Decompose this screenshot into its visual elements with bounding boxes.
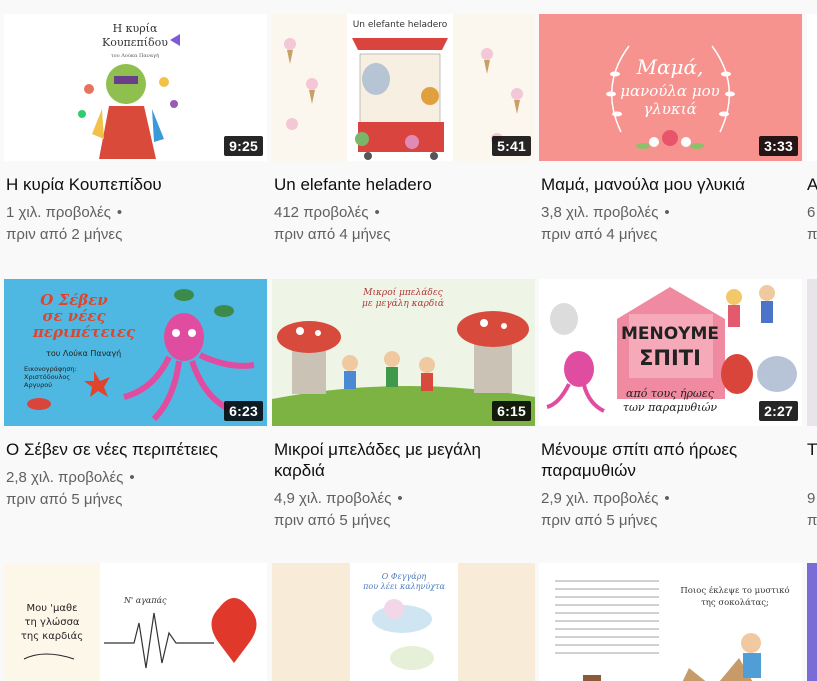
upload-age: π	[807, 226, 817, 243]
svg-text:Η κυρία: Η κυρία	[113, 22, 158, 35]
video-title[interactable]: Un elefante heladero	[274, 174, 532, 195]
svg-text:Χριστόδουλος: Χριστόδουλος	[24, 373, 70, 381]
video-card[interactable]: Μικροί μπελάδες με μεγάλη καρδιά 6:15 Μι…	[272, 279, 535, 532]
svg-text:Αργυρού: Αργυρού	[24, 381, 52, 389]
svg-text:Ο Φεγγάρη: Ο Φεγγάρη	[382, 572, 427, 581]
video-thumbnail[interactable]: Η κυρία Κουπεπίδου του Λούκα Παναγή 9:25	[4, 14, 267, 161]
video-card[interactable]: ΜΕΝΟΥΜΕ ΣΠΙΤΙ από τους ήρωες των παραμυθ…	[539, 279, 802, 532]
video-title[interactable]: Τ	[807, 439, 817, 460]
video-title[interactable]: Μένουμε σπίτι από ήρωες παραμυθιών	[541, 439, 799, 481]
svg-text:Ποιος έκλεψε το μυστικό: Ποιος έκλεψε το μυστικό	[680, 585, 789, 596]
thumbnail-illustration: Ο Φεγγάρη που λέει καληνύχτα	[272, 563, 535, 681]
video-thumbnail[interactable]	[807, 14, 817, 161]
upload-age: πριν από 2 μήνες	[6, 226, 123, 243]
video-card[interactable]: Ο Σέβεν σε νέες περιπέτειες του Λούκα Πα…	[4, 279, 267, 511]
svg-text:περιπέτειες: περιπέτειες	[32, 323, 136, 341]
upload-age: πριν από 4 μήνες	[541, 226, 658, 243]
view-count: 3,8 χιλ. προβολές	[541, 204, 659, 221]
svg-text:ΜΕΝΟΥΜΕ: ΜΕΝΟΥΜΕ	[621, 324, 719, 344]
svg-text:με μεγάλη καρδιά: με μεγάλη καρδιά	[362, 298, 444, 309]
video-card[interactable]: Ποιος έκλεψε το μυστικό της σοκολάτας;	[539, 563, 802, 681]
video-thumbnail[interactable]: Μικροί μπελάδες με μεγάλη καρδιά 6:15	[272, 279, 535, 426]
video-thumbnail[interactable]: Un elefante heladero 5:41	[272, 14, 535, 161]
svg-text:Μου 'μαθε: Μου 'μαθε	[27, 603, 78, 614]
duration-badge: 5:41	[492, 136, 531, 156]
view-count: 412 προβολές	[274, 204, 369, 221]
duration-badge: 2:27	[759, 401, 798, 421]
video-thumbnail[interactable]: Μου 'μαθε τη γλώσσα της καρδιάς Ν' αγαπά…	[4, 563, 267, 681]
video-card-partial[interactable]	[807, 563, 817, 681]
thumbnail-illustration: Ποιος έκλεψε το μυστικό της σοκολάτας;	[539, 563, 802, 681]
svg-text:από τους ήρωες: από τους ήρωες	[626, 387, 715, 400]
upload-age: πριν από 4 μήνες	[274, 226, 391, 243]
duration-badge: 9:25	[224, 136, 263, 156]
view-count: 6	[807, 204, 816, 221]
upload-age: πριν από 5 μήνες	[541, 512, 658, 529]
svg-text:τη γλώσσα: τη γλώσσα	[24, 616, 79, 628]
upload-age: π	[807, 512, 817, 529]
video-title[interactable]: Μικροί μπελάδες με μεγάλη καρδιά	[274, 439, 532, 481]
video-title[interactable]: Ο Σέβεν σε νέες περιπέτειες	[6, 439, 264, 460]
svg-text:Ν' αγαπάς: Ν' αγαπάς	[123, 596, 167, 605]
video-metadata: 3,8 χιλ. προβολές • πριν από 4 μήνες	[541, 204, 670, 243]
video-thumbnail[interactable]: Ο Φεγγάρη που λέει καληνύχτα	[272, 563, 535, 681]
video-title[interactable]: Η κυρία Κουπεπίδου	[6, 174, 264, 195]
video-card-partial[interactable]: Τ 9 π	[807, 279, 817, 529]
video-metadata: 4,9 χιλ. προβολές • πριν από 5 μήνες	[274, 490, 403, 529]
video-thumbnail[interactable]: ΜΕΝΟΥΜΕ ΣΠΙΤΙ από τους ήρωες των παραμυθ…	[539, 279, 802, 426]
video-thumbnail[interactable]: Ο Σέβεν σε νέες περιπέτειες του Λούκα Πα…	[4, 279, 267, 426]
video-thumbnail[interactable]	[807, 563, 817, 681]
video-title[interactable]: Μαμά, μανούλα μου γλυκιά	[541, 174, 799, 195]
svg-text:του Λούκα Παναγή: του Λούκα Παναγή	[111, 52, 159, 59]
svg-text:Μαμά,: Μαμά,	[636, 55, 704, 79]
view-count: 2,8 χιλ. προβολές	[6, 469, 124, 486]
svg-text:μανούλα μου: μανούλα μου	[620, 82, 719, 100]
video-metadata: 2,9 χιλ. προβολές • πριν από 5 μήνες	[541, 490, 670, 529]
svg-text:Εικονογράφηση:: Εικονογράφηση:	[24, 365, 77, 373]
view-count: 4,9 χιλ. προβολές	[274, 490, 392, 507]
view-count: 2,9 χιλ. προβολές	[541, 490, 659, 507]
video-card[interactable]: Η κυρία Κουπεπίδου του Λούκα Παναγή 9:25…	[4, 14, 267, 246]
view-count: 1 χιλ. προβολές	[6, 204, 111, 221]
svg-text:Un elefante heladero: Un elefante heladero	[353, 20, 448, 30]
video-metadata: 1 χιλ. προβολές • πριν από 2 μήνες	[6, 204, 123, 243]
video-card[interactable]: Un elefante heladero 5:41 Un elefante he…	[272, 14, 535, 246]
video-thumbnail[interactable]: Μαμά, μανούλα μου γλυκιά 3:33	[539, 14, 802, 161]
duration-badge: 6:15	[492, 401, 531, 421]
upload-age: πριν από 5 μήνες	[274, 512, 391, 529]
svg-text:γλυκιά: γλυκιά	[643, 100, 696, 118]
video-card[interactable]: Ο Φεγγάρη που λέει καληνύχτα	[272, 563, 535, 681]
upload-age: πριν από 5 μήνες	[6, 491, 123, 508]
thumbnail-illustration: Μου 'μαθε τη γλώσσα της καρδιάς Ν' αγαπά…	[4, 563, 267, 681]
video-card-partial[interactable]: A 6 π	[807, 14, 817, 254]
video-title[interactable]: A	[807, 174, 817, 195]
duration-badge: 6:23	[224, 401, 263, 421]
video-card[interactable]: Μου 'μαθε τη γλώσσα της καρδιάς Ν' αγαπά…	[4, 563, 267, 681]
video-metadata: 412 προβολές • πριν από 4 μήνες	[274, 204, 391, 243]
svg-text:που λέει καληνύχτα: που λέει καληνύχτα	[362, 582, 445, 591]
svg-text:Μικροί μπελάδες: Μικροί μπελάδες	[362, 287, 443, 298]
duration-badge: 3:33	[759, 136, 798, 156]
svg-text:της σοκολάτας;: της σοκολάτας;	[701, 597, 769, 608]
svg-text:της καρδιάς: της καρδιάς	[21, 630, 83, 642]
svg-text:ΣΠΙΤΙ: ΣΠΙΤΙ	[639, 346, 701, 370]
svg-text:του Λούκα Παναγή: του Λούκα Παναγή	[46, 348, 121, 358]
svg-text:των παραμυθιών: των παραμυθιών	[623, 401, 718, 414]
svg-text:Κουπεπίδου: Κουπεπίδου	[102, 36, 168, 49]
video-card[interactable]: Μαμά, μανούλα μου γλυκιά 3:33 Μαμά, μανο…	[539, 14, 802, 246]
video-thumbnail[interactable]	[807, 279, 817, 426]
video-thumbnail[interactable]: Ποιος έκλεψε το μυστικό της σοκολάτας;	[539, 563, 802, 681]
view-count: 9	[807, 490, 816, 507]
video-metadata: 2,8 χιλ. προβολές • πριν από 5 μήνες	[6, 469, 135, 508]
